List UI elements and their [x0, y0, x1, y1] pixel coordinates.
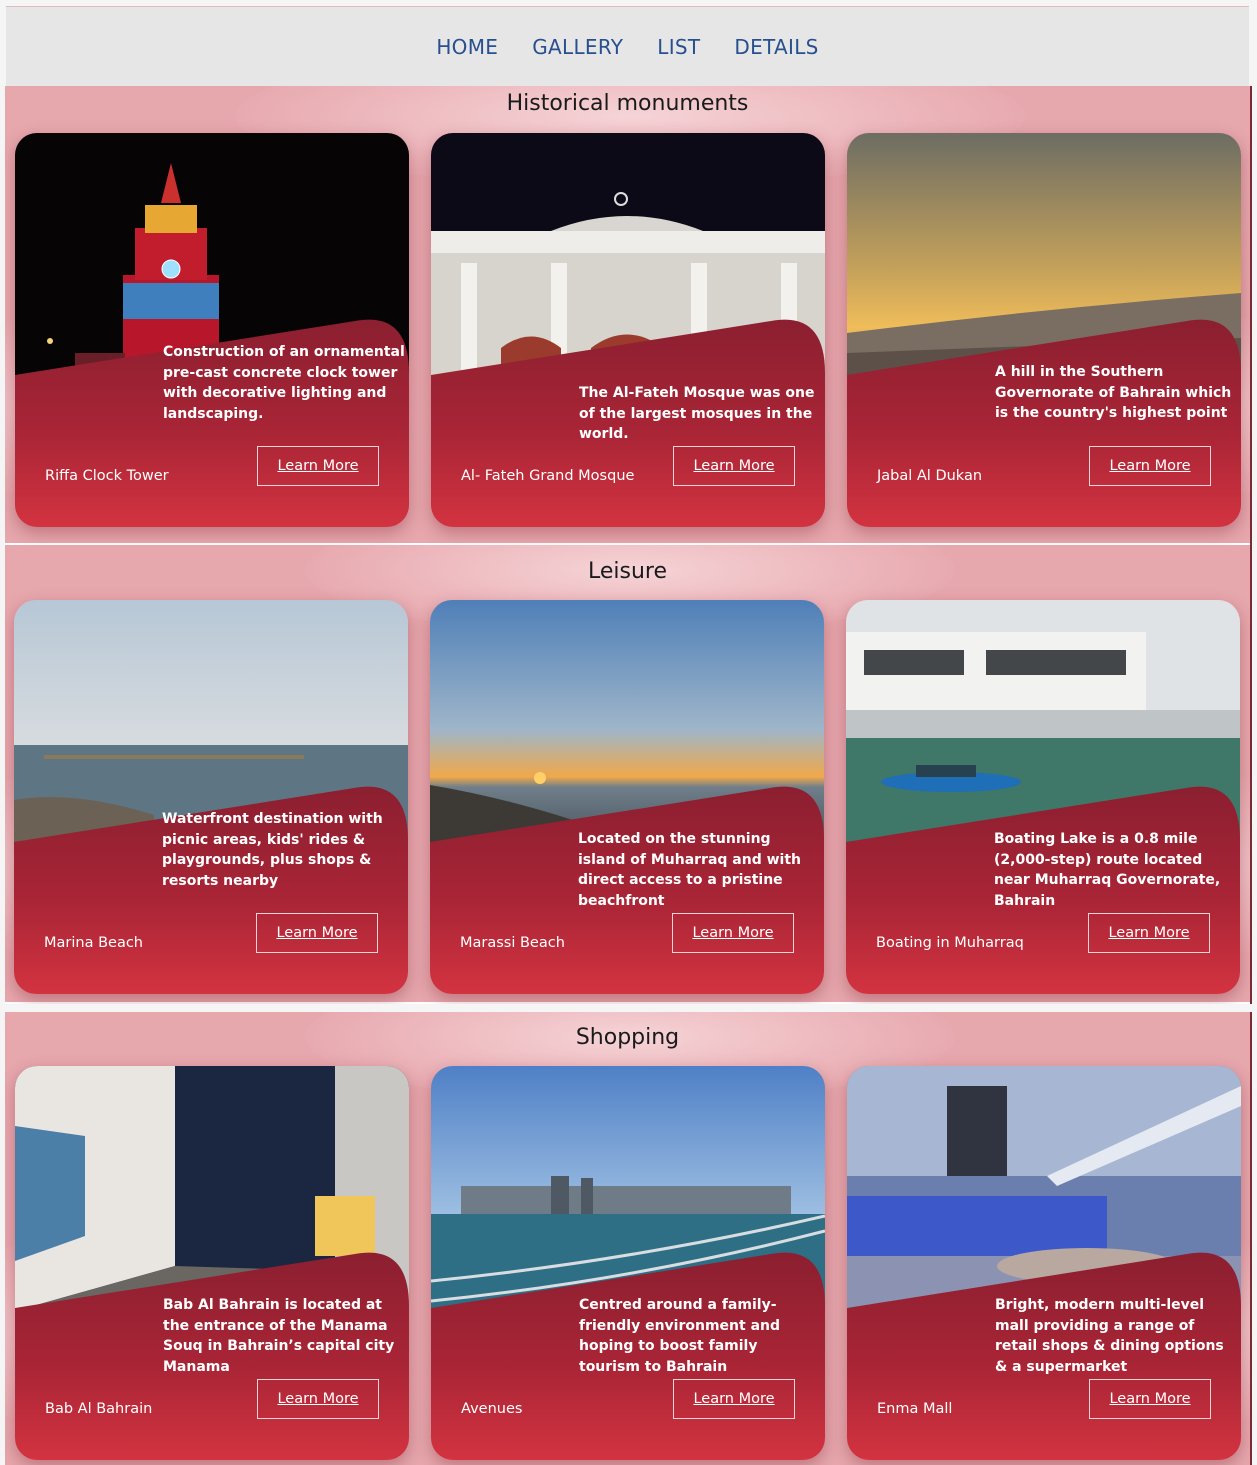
card-description: Construction of an ornamental pre-cast c… — [163, 344, 405, 422]
nav-list-link[interactable]: LIST — [657, 35, 700, 59]
section-title: Historical monuments — [506, 91, 749, 116]
card-title: Boating in Muharraq — [876, 935, 1024, 951]
nav-gallery-link[interactable]: GALLERY — [532, 35, 623, 59]
card-title: Marassi Beach — [460, 935, 565, 951]
card-title: Al- Fateh Grand Mosque — [461, 468, 635, 484]
learn-more-button[interactable]: Learn More — [672, 913, 794, 953]
card-title: Bab Al Bahrain — [45, 1401, 153, 1417]
section-historical-monuments: Historical monuments Construction of an … — [5, 86, 1252, 545]
card-description: Located on the stunning island of Muharr… — [578, 831, 801, 909]
card-title: Marina Beach — [44, 935, 143, 951]
card-riffa-clock-tower: Construction of an ornamental pre-cast c… — [15, 133, 409, 527]
card-avenues: Centred around a family-friendly environ… — [431, 1066, 825, 1460]
learn-more-button[interactable]: Learn More — [257, 446, 379, 486]
main-nav: HOME GALLERY LIST DETAILS — [6, 6, 1249, 87]
card-description: Centred around a family-friendly environ… — [579, 1297, 781, 1375]
card-title: Avenues — [461, 1401, 523, 1417]
learn-more-button[interactable]: Learn More — [673, 1379, 795, 1419]
card-boating-in-muharraq: Boating Lake is a 0.8 mile (2,000-step) … — [846, 600, 1240, 994]
card-bab-al-bahrain: Bab Al Bahrain is located at the entranc… — [15, 1066, 409, 1460]
learn-more-button[interactable]: Learn More — [673, 446, 795, 486]
card-title: Enma Mall — [877, 1401, 953, 1417]
card-marina-beach: Waterfront destination with picnic areas… — [14, 600, 408, 994]
card-marassi-beach: Located on the stunning island of Muharr… — [430, 600, 824, 994]
learn-more-button[interactable]: Learn More — [257, 1379, 379, 1419]
card-description: A hill in the Southern Governorate of Ba… — [995, 364, 1232, 421]
section-divider — [5, 1002, 1250, 1004]
learn-more-button[interactable]: Learn More — [256, 913, 378, 953]
card-title: Riffa Clock Tower — [45, 468, 169, 484]
card-description: Bab Al Bahrain is located at the entranc… — [163, 1297, 395, 1375]
learn-more-button[interactable]: Learn More — [1089, 1379, 1211, 1419]
learn-more-button[interactable]: Learn More — [1088, 913, 1210, 953]
learn-more-button[interactable]: Learn More — [1089, 446, 1211, 486]
card-jabal-al-dukan: A hill in the Southern Governorate of Ba… — [847, 133, 1241, 527]
section-title: Leisure — [587, 559, 668, 584]
card-description: The Al-Fateh Mosque was one of the large… — [579, 385, 815, 442]
card-description: Waterfront destination with picnic areas… — [162, 811, 383, 889]
card-description: Boating Lake is a 0.8 mile (2,000-step) … — [994, 831, 1221, 909]
nav-details-link[interactable]: DETAILS — [734, 35, 818, 59]
nav-home-link[interactable]: HOME — [436, 35, 498, 59]
section-leisure: Leisure Waterfront destination with picn… — [5, 545, 1252, 1004]
section-title: Shopping — [575, 1025, 680, 1050]
card-description: Bright, modern multi-level mall providin… — [995, 1297, 1224, 1375]
card-title: Jabal Al Dukan — [877, 468, 983, 484]
card-al-fateh-grand-mosque: The Al-Fateh Mosque was one of the large… — [431, 133, 825, 527]
card-enma-mall: Bright, modern multi-level mall providin… — [847, 1066, 1241, 1460]
section-shopping: Shopping Bab Al Bahrain is located at th… — [5, 1012, 1252, 1465]
